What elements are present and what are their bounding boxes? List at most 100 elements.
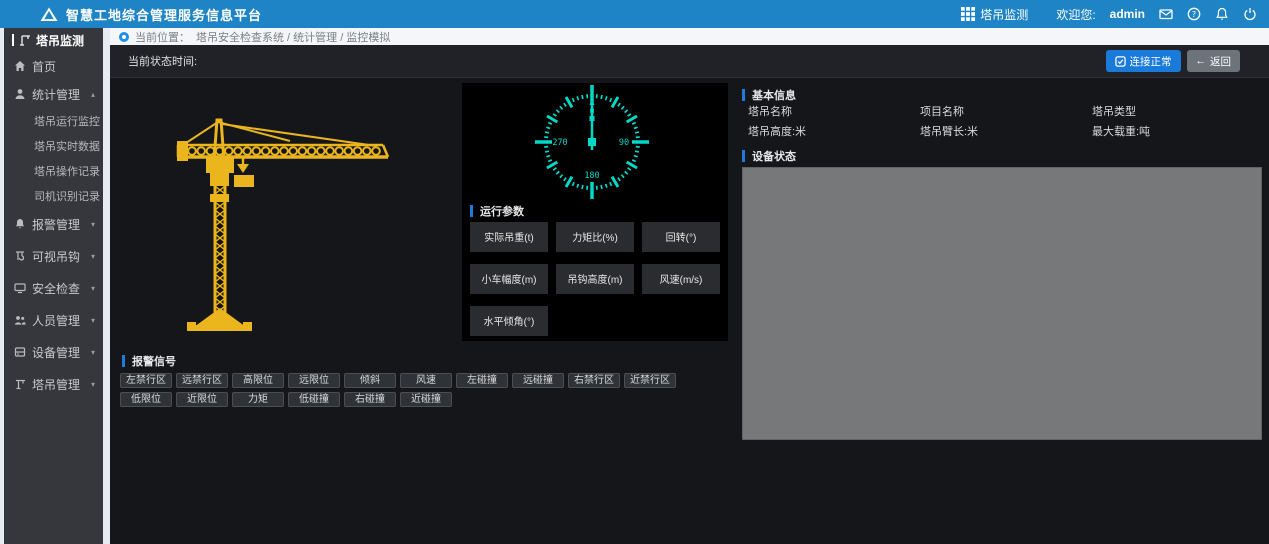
device-section-title: 设备状态 xyxy=(752,148,796,164)
chevron-up-icon: ▴ xyxy=(91,90,95,99)
sidebar-item-equipment[interactable]: 设备管理 ▾ xyxy=(4,336,103,368)
basic-info-grid: 塔吊名称 项目名称 塔吊类型 塔吊高度:米 塔吊臂长:米 最大载重:吨 xyxy=(748,103,1268,143)
back-arrow-icon: ← xyxy=(1196,55,1207,67)
sidebar-item-personnel[interactable]: 人员管理 ▾ xyxy=(4,304,103,336)
alarm-signal-label: 近碰撞 xyxy=(411,394,441,405)
sidebar-item-visual-hook[interactable]: 可视吊钩 ▾ xyxy=(4,240,103,272)
alarm-signal-label: 力矩 xyxy=(248,394,268,405)
breadcrumb: 当前位置： 塔吊安全检查系统 / 统计管理 / 监控模拟 xyxy=(110,28,1269,45)
section-accent-bar xyxy=(742,89,745,101)
status-time-label: 当前状态时间: xyxy=(128,53,197,69)
sidebar-item-home[interactable]: 首页 xyxy=(4,52,103,80)
sidebar-subitem-run-monitor[interactable]: 塔吊运行监控 xyxy=(4,108,103,133)
sidebar-item-stats[interactable]: 统计管理 ▴ xyxy=(4,80,103,108)
alarm-section-title: 报警信号 xyxy=(132,353,176,369)
alarm-signal-button[interactable]: 左碰撞 xyxy=(456,373,508,388)
param-card[interactable]: 吊钩高度(m) xyxy=(556,264,634,294)
sidebar-item-safety-check[interactable]: 安全检查 ▾ xyxy=(4,272,103,304)
mail-icon[interactable] xyxy=(1159,7,1173,21)
alarm-signal-button[interactable]: 右禁行区 xyxy=(568,373,620,388)
alarm-signal-label: 远碰撞 xyxy=(523,375,553,386)
sidebar-item-label: 塔吊管理 xyxy=(32,376,80,393)
sidebar-subitem-driver-records[interactable]: 司机识别记录 xyxy=(4,183,103,208)
alarm-signal-label: 远禁行区 xyxy=(182,375,222,386)
alarm-signal-label: 近禁行区 xyxy=(630,375,670,386)
connection-status-label: 连接正常 xyxy=(1130,54,1172,69)
alarm-signal-button[interactable]: 右碰撞 xyxy=(344,392,396,407)
alarm-signal-button[interactable]: 低限位 xyxy=(120,392,172,407)
bell-icon[interactable] xyxy=(1215,7,1229,21)
back-button[interactable]: ← 返回 xyxy=(1187,50,1241,72)
info-section-title: 基本信息 xyxy=(752,87,796,103)
tower-icon xyxy=(14,378,26,390)
welcome-label: 欢迎您: xyxy=(1056,6,1095,23)
param-card[interactable]: 力矩比(%) xyxy=(556,222,634,252)
param-label: 吊钩高度(m) xyxy=(568,275,623,286)
param-card[interactable]: 风速(m/s) xyxy=(642,264,720,294)
chevron-down-icon: ▾ xyxy=(91,316,95,325)
main-content: 当前状态时间: 连接正常 ← 返回 xyxy=(110,45,1269,544)
alarm-signal-label: 远限位 xyxy=(299,375,329,386)
param-label: 小车幅度(m) xyxy=(482,275,537,286)
svg-text:?: ? xyxy=(1192,10,1196,19)
sidebar-subitem-label: 司机识别记录 xyxy=(34,188,100,204)
sidebar-item-alarm-mgmt[interactable]: 报警管理 ▾ xyxy=(4,208,103,240)
alarm-signal-button[interactable]: 风速 xyxy=(400,373,452,388)
alarm-signal-grid: 左禁行区 远禁行区 高限位 远限位 倾斜 风速 xyxy=(120,373,680,407)
param-card[interactable]: 回转(°) xyxy=(642,222,720,252)
connection-status-button[interactable]: 连接正常 xyxy=(1106,50,1181,72)
sidebar-item-crane-mgmt[interactable]: 塔吊管理 ▾ xyxy=(4,368,103,400)
alarm-signal-label: 左碰撞 xyxy=(467,375,497,386)
param-label: 水平倾角(°) xyxy=(484,317,535,328)
device-section-header: 设备状态 xyxy=(742,148,796,164)
section-accent-bar xyxy=(122,355,125,367)
crane-illustration xyxy=(130,100,460,340)
alarm-signal-button[interactable]: 左禁行区 xyxy=(120,373,172,388)
chevron-down-icon: ▾ xyxy=(91,380,95,389)
alarm-icon xyxy=(14,218,26,230)
alarm-signal-button[interactable]: 力矩 xyxy=(232,392,284,407)
sidebar-item-label: 报警管理 xyxy=(32,216,80,233)
sidebar-item-label: 统计管理 xyxy=(32,86,80,103)
params-grid: 实际吊重(t) 力矩比(%) 回转(°) 小车幅度(m) xyxy=(470,222,720,336)
back-button-label: 返回 xyxy=(1210,54,1231,69)
hook-icon xyxy=(14,250,26,262)
sidebar-nav: 首页 统计管理 ▴ 塔吊运行监控 塔吊实时数据 塔吊操作记录 司机识别记录 xyxy=(4,52,103,400)
sidebar-subitem-realtime-data[interactable]: 塔吊实时数据 xyxy=(4,133,103,158)
info-field-label: 塔吊臂长:米 xyxy=(920,123,1092,143)
alarm-signal-button[interactable]: 远禁行区 xyxy=(176,373,228,388)
status-toolbar: 当前状态时间: 连接正常 ← 返回 xyxy=(110,45,1269,78)
gauge-label-180: 180 xyxy=(584,171,599,181)
alarm-signal-button[interactable]: 高限位 xyxy=(232,373,284,388)
power-icon[interactable] xyxy=(1243,7,1257,21)
breadcrumb-path: 塔吊安全检查系统 / 统计管理 / 监控模拟 xyxy=(196,29,390,45)
app-switcher[interactable]: 塔吊监测 xyxy=(961,6,1028,23)
alarm-signal-button[interactable]: 低碰撞 xyxy=(288,392,340,407)
params-section-title: 运行参数 xyxy=(480,203,524,219)
home-icon xyxy=(14,60,26,72)
sidebar-title: 塔吊监测 xyxy=(36,32,84,49)
alarm-signal-button[interactable]: 近限位 xyxy=(176,392,228,407)
sidebar-item-label: 首页 xyxy=(32,58,56,75)
chevron-down-icon: ▾ xyxy=(91,220,95,229)
sidebar-subitem-operation-records[interactable]: 塔吊操作记录 xyxy=(4,158,103,183)
params-section-header: 运行参数 xyxy=(470,203,524,219)
gauge-panel: 0 90 180 270 运行参数 实际吊重(t) 力矩比(%) xyxy=(462,83,728,341)
alarm-signal-label: 风速 xyxy=(416,375,436,386)
rotation-gauge: 0 90 180 270 xyxy=(462,83,728,201)
gauge-label-270: 270 xyxy=(552,138,567,148)
sidebar-header-bar xyxy=(12,34,14,46)
alarm-signal-button[interactable]: 近禁行区 xyxy=(624,373,676,388)
param-card[interactable]: 实际吊重(t) xyxy=(470,222,548,252)
help-icon[interactable]: ? xyxy=(1187,7,1201,21)
param-card[interactable]: 水平倾角(°) xyxy=(470,306,548,336)
alarm-signal-button[interactable]: 倾斜 xyxy=(344,373,396,388)
alarm-signal-button[interactable]: 近碰撞 xyxy=(400,392,452,407)
alarm-signal-label: 低碰撞 xyxy=(299,394,329,405)
alarm-signal-label: 右禁行区 xyxy=(574,375,614,386)
param-card[interactable]: 小车幅度(m) xyxy=(470,264,548,294)
alarm-signal-button[interactable]: 远碰撞 xyxy=(512,373,564,388)
info-field-label: 塔吊高度:米 xyxy=(748,123,920,143)
alarm-signal-button[interactable]: 远限位 xyxy=(288,373,340,388)
gauge-label-90: 90 xyxy=(619,138,629,148)
